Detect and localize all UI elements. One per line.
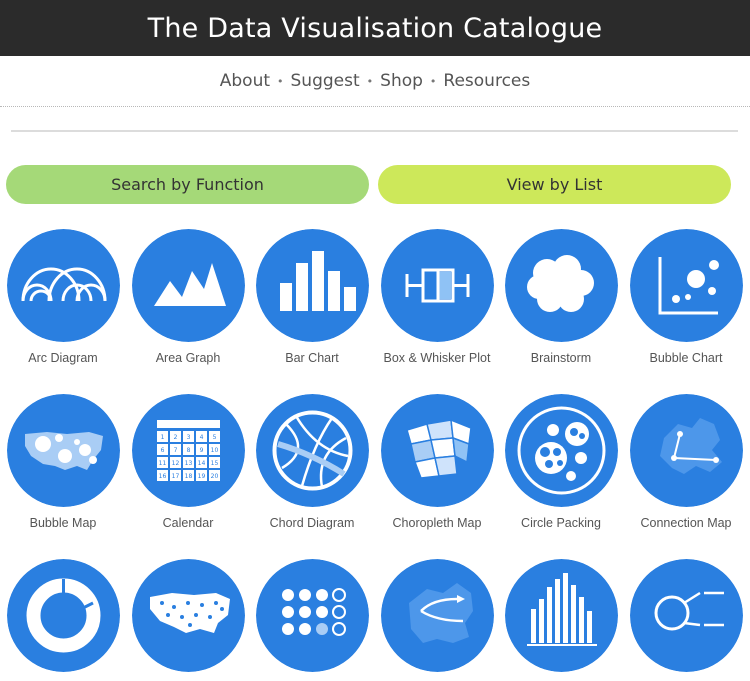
calendar-day-number: 1 <box>160 434 164 441</box>
area-graph-icon <box>131 229 245 342</box>
content-divider <box>11 130 738 132</box>
chord-diagram-icon <box>255 394 369 507</box>
tile-label: Circle Packing <box>521 516 601 530</box>
nav-suggest[interactable]: Suggest <box>291 71 360 91</box>
tile-area-graph[interactable]: Area Graph <box>126 229 250 365</box>
calendar-day-number: 17 <box>171 473 179 480</box>
tile-label: Choropleth Map <box>392 516 482 530</box>
tile-illustration-diagram[interactable] <box>624 559 748 681</box>
nav-shop[interactable]: Shop <box>380 71 423 91</box>
calendar-day-number: 9 <box>199 447 203 454</box>
nav-divider <box>0 106 750 107</box>
nav-resources[interactable]: Resources <box>443 71 530 91</box>
tile-label: Bubble Chart <box>649 351 723 365</box>
tile-label: Calendar <box>162 516 214 530</box>
tile-label: Bubble Map <box>29 516 97 530</box>
site-title[interactable]: The Data Visualisation Catalogue <box>148 13 603 44</box>
calendar-day-number: 13 <box>184 460 192 467</box>
circle-packing-icon <box>504 394 618 507</box>
arc-diagram-icon <box>6 229 120 342</box>
calendar-day-number: 4 <box>199 434 203 441</box>
calendar-day-number: 20 <box>210 473 218 480</box>
bubble-chart-icon <box>629 229 743 342</box>
tile-connection-map[interactable]: Connection Map <box>624 394 748 530</box>
main-nav: About • Suggest • Shop • Resources <box>0 56 750 106</box>
box-whisker-icon <box>380 229 494 342</box>
calendar-day-number: 7 <box>173 447 177 454</box>
tile-label: Chord Diagram <box>269 516 355 530</box>
tile-circle-packing[interactable]: Circle Packing <box>499 394 623 530</box>
tile-donut-chart[interactable] <box>1 559 125 681</box>
calendar-day-number: 10 <box>210 447 218 454</box>
calendar-day-number: 11 <box>158 460 166 467</box>
bubble-map-icon <box>6 394 120 507</box>
calendar-day-number: 14 <box>197 460 205 467</box>
calendar-day-number: 2 <box>173 434 177 441</box>
nav-separator: • <box>277 74 284 88</box>
bar-chart-icon <box>255 229 369 342</box>
tile-label: Brainstorm <box>530 351 592 365</box>
tile-dot-map[interactable] <box>126 559 250 681</box>
calendar-day-number: 19 <box>197 473 205 480</box>
nav-separator: • <box>366 74 374 88</box>
flow-map-icon <box>380 559 494 672</box>
tile-chord-diagram[interactable]: Chord Diagram <box>250 394 374 530</box>
tile-label: Bar Chart <box>285 351 339 365</box>
tile-label: Box & Whisker Plot <box>383 351 491 365</box>
tile-arc-diagram[interactable]: Arc Diagram <box>1 229 125 365</box>
calendar-day-number: 5 <box>212 434 216 441</box>
tile-label: Connection Map <box>640 516 732 530</box>
calendar-day-number: 18 <box>184 473 192 480</box>
search-by-function-button[interactable]: Search by Function <box>6 165 369 204</box>
calendar-day-number: 15 <box>210 460 218 467</box>
tile-histogram[interactable] <box>499 559 623 681</box>
histogram-icon <box>504 559 618 672</box>
connection-map-icon <box>629 394 743 507</box>
tile-choropleth-map[interactable]: Choropleth Map <box>375 394 499 530</box>
calendar-day-number: 3 <box>186 434 190 441</box>
tile-brainstorm[interactable]: Brainstorm <box>499 229 623 365</box>
calendar-day-number: 12 <box>171 460 179 467</box>
tile-bar-chart[interactable]: Bar Chart <box>250 229 374 365</box>
tile-label: Area Graph <box>155 351 221 365</box>
tile-dot-matrix[interactable] <box>250 559 374 681</box>
choropleth-map-icon <box>380 394 494 507</box>
site-header: The Data Visualisation Catalogue <box>0 0 750 56</box>
nav-separator: • <box>429 74 437 88</box>
tile-box-whisker-plot[interactable]: Box & Whisker Plot <box>375 229 499 365</box>
tile-flow-map[interactable] <box>375 559 499 681</box>
dot-matrix-icon <box>255 559 369 672</box>
view-by-list-button[interactable]: View by List <box>378 165 731 204</box>
donut-chart-icon <box>6 559 120 672</box>
illustration-diagram-icon <box>629 559 743 672</box>
nav-about[interactable]: About <box>220 71 270 91</box>
tile-label: Arc Diagram <box>28 351 98 365</box>
calendar-day-number: 16 <box>158 473 166 480</box>
dot-map-icon <box>131 559 245 672</box>
calendar-day-number: 8 <box>186 447 190 454</box>
tile-bubble-chart[interactable]: Bubble Chart <box>624 229 748 365</box>
calendar-icon: 1 2 3 4 5 6 7 8 9 10 11 12 13 14 15 16 17 18 19 20 <box>131 394 245 507</box>
brainstorm-icon <box>504 229 618 342</box>
calendar-day-number: 6 <box>160 447 164 454</box>
tile-calendar[interactable]: 1 2 3 4 5 6 7 8 9 10 11 12 13 14 15 16 17 18 19 20 Calendar <box>126 394 250 530</box>
tile-bubble-map[interactable]: Bubble Map <box>1 394 125 530</box>
